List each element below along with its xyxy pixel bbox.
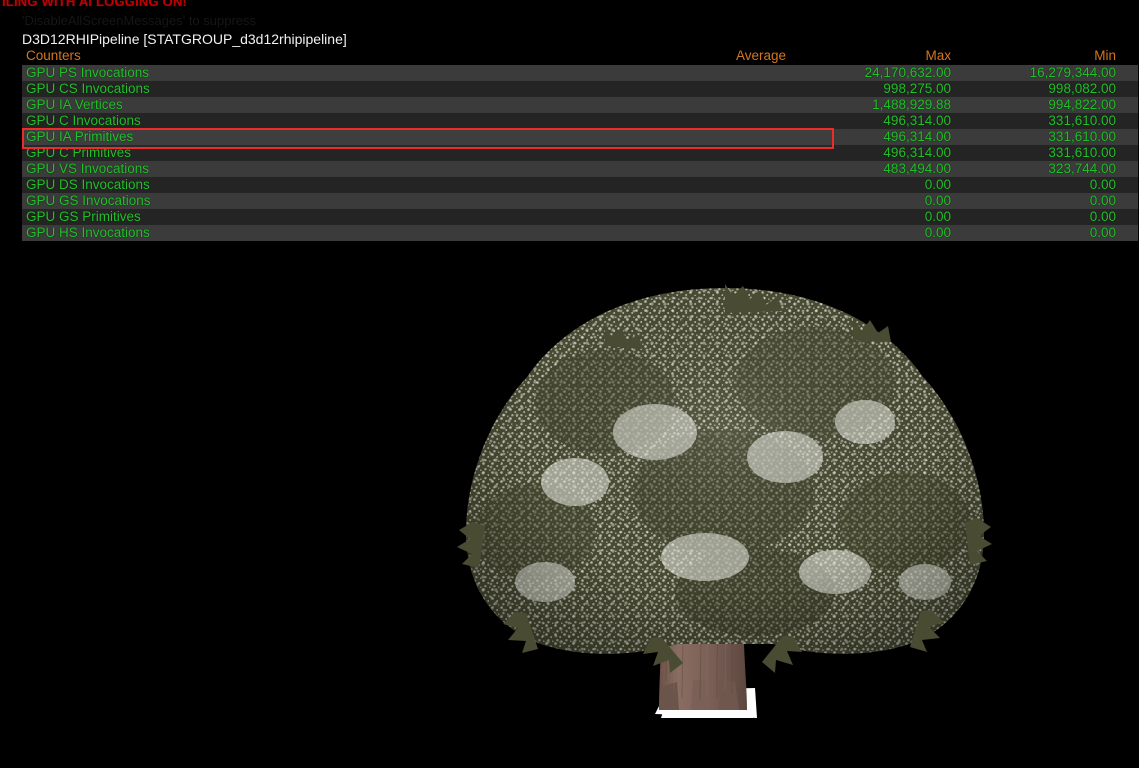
stats-table-body: GPU PS Invocations 24,170,632.00 16,279,34… [22, 65, 1138, 241]
stat-max-cell: 0.00 [796, 177, 961, 193]
stat-average-cell [646, 81, 796, 97]
stat-min-cell: 994,822.00 [961, 97, 1138, 113]
stat-name-cell: GPU PS Invocations [22, 65, 646, 81]
column-header-min[interactable]: Min [961, 46, 1138, 65]
stat-name-cell: GPU HS Invocations [22, 225, 646, 241]
stat-min-cell: 0.00 [961, 177, 1138, 193]
table-row[interactable]: GPU GS Primitives 0.00 0.00 [22, 209, 1138, 225]
tree-mesh [455, 282, 995, 742]
stat-min-cell: 0.00 [961, 193, 1138, 209]
table-row[interactable]: GPU C Invocations 496,314.00 331,610.00 [22, 113, 1138, 129]
table-row[interactable]: GPU GS Invocations 0.00 0.00 [22, 193, 1138, 209]
stat-min-cell: 331,610.00 [961, 113, 1138, 129]
table-row[interactable]: GPU CS Invocations 998,275.00 998,082.00 [22, 81, 1138, 97]
stat-average-cell [646, 129, 796, 145]
stat-min-cell: 16,279,344.00 [961, 65, 1138, 81]
stat-average-cell [646, 113, 796, 129]
stat-max-cell: 496,314.00 [796, 145, 961, 161]
stat-name-cell: GPU CS Invocations [22, 81, 646, 97]
stat-name-cell: GPU DS Invocations [22, 177, 646, 193]
stat-name-cell: GPU IA Primitives [22, 129, 646, 145]
stat-min-cell: 331,610.00 [961, 129, 1138, 145]
render-viewport[interactable]: ILING WITH AI LOGGING ON! 'DisableAllScr… [0, 0, 1139, 768]
stat-average-cell [646, 193, 796, 209]
table-row[interactable]: GPU IA Vertices 1,488,929.88 994,822.00 [22, 97, 1138, 113]
stat-average-cell [646, 177, 796, 193]
stat-max-cell: 496,314.00 [796, 129, 961, 145]
stat-average-cell [646, 65, 796, 81]
stat-name-cell: GPU C Primitives [22, 145, 646, 161]
stat-min-cell: 323,744.00 [961, 161, 1138, 177]
stat-min-cell: 331,610.00 [961, 145, 1138, 161]
gpu-stats-table: Counters Average Max Min GPU PS Invocati… [22, 46, 1138, 241]
column-header-counters[interactable]: Counters [22, 46, 646, 65]
stat-max-cell: 496,314.00 [796, 113, 961, 129]
stat-max-cell: 24,170,632.00 [796, 65, 961, 81]
stat-min-cell: 998,082.00 [961, 81, 1138, 97]
suppress-hint-text: 'DisableAllScreenMessages' to suppress [22, 13, 257, 28]
stat-max-cell: 0.00 [796, 193, 961, 209]
stat-min-cell: 0.00 [961, 225, 1138, 241]
stat-max-cell: 0.00 [796, 225, 961, 241]
stat-max-cell: 0.00 [796, 209, 961, 225]
table-row[interactable]: GPU DS Invocations 0.00 0.00 [22, 177, 1138, 193]
table-row[interactable]: GPU C Primitives 496,314.00 331,610.00 [22, 145, 1138, 161]
stat-max-cell: 483,494.00 [796, 161, 961, 177]
table-row[interactable]: GPU HS Invocations 0.00 0.00 [22, 225, 1138, 241]
table-row[interactable]: GPU VS Invocations 483,494.00 323,744.00 [22, 161, 1138, 177]
stat-max-cell: 1,488,929.88 [796, 97, 961, 113]
profiling-warning-text: ILING WITH AI LOGGING ON! [2, 0, 188, 9]
stat-name-cell: GPU GS Primitives [22, 209, 646, 225]
stat-average-cell [646, 145, 796, 161]
stat-average-cell [646, 225, 796, 241]
table-header-row: Counters Average Max Min [22, 46, 1138, 65]
stat-average-cell [646, 161, 796, 177]
column-header-average[interactable]: Average [646, 46, 796, 65]
stat-name-cell: GPU C Invocations [22, 113, 646, 129]
table-row[interactable]: GPU PS Invocations 24,170,632.00 16,279,34… [22, 65, 1138, 81]
tree-canopy [457, 284, 992, 673]
stat-max-cell: 998,275.00 [796, 81, 961, 97]
stat-group-title: D3D12RHIPipeline [STATGROUP_d3d12rhipipe… [22, 31, 347, 47]
stat-average-cell [646, 209, 796, 225]
table-row[interactable]: GPU IA Primitives 496,314.00 331,610.00 [22, 129, 1138, 145]
stat-average-cell [646, 97, 796, 113]
stat-name-cell: GPU IA Vertices [22, 97, 646, 113]
column-header-max[interactable]: Max [796, 46, 961, 65]
stat-name-cell: GPU VS Invocations [22, 161, 646, 177]
stats-table-header: Counters Average Max Min [22, 46, 1138, 65]
stat-name-cell: GPU GS Invocations [22, 193, 646, 209]
stat-min-cell: 0.00 [961, 209, 1138, 225]
